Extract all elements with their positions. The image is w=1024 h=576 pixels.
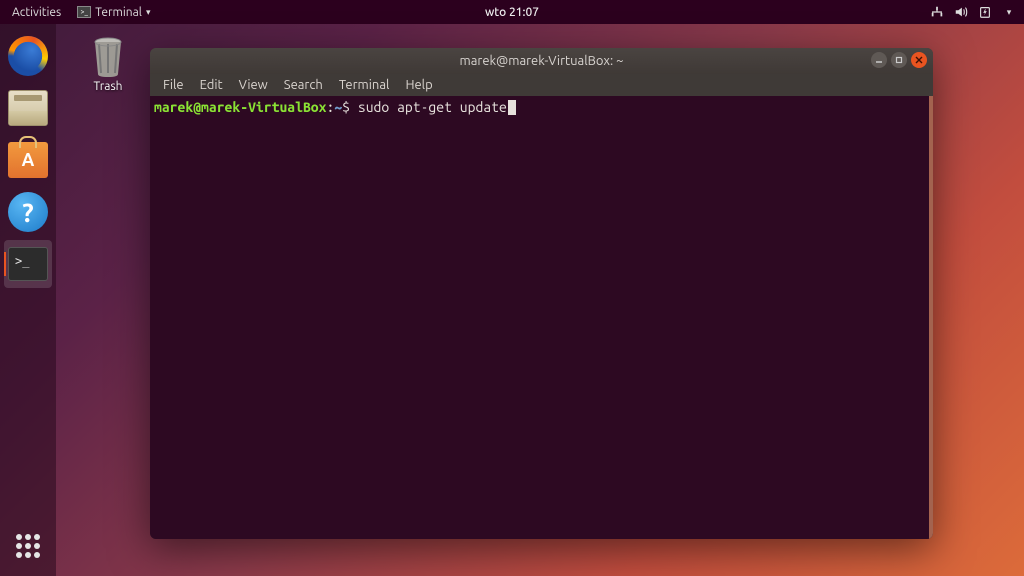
network-icon [930,5,944,19]
dock-software[interactable] [4,136,52,184]
software-center-icon [8,142,48,178]
window-titlebar[interactable]: marek@marek-VirtualBox: ~ [150,48,933,74]
terminal-mini-icon: >_ [77,6,91,18]
terminal-window: marek@marek-VirtualBox: ~ File Edit View… [150,48,933,539]
show-applications-button[interactable] [4,522,52,570]
volume-icon [954,5,968,19]
menu-edit[interactable]: Edit [193,77,230,93]
typed-command: sudo apt-get update [358,99,507,115]
dock-terminal[interactable] [4,240,52,288]
menu-help[interactable]: Help [398,77,439,93]
dock-firefox[interactable] [4,32,52,80]
chevron-down-icon: ▾ [1002,5,1016,19]
prompt-path: ~ [334,99,342,115]
trash-label: Trash [93,80,122,93]
window-maximize-button[interactable] [891,52,907,68]
terminal-line: marek@marek-VirtualBox:~$ sudo apt-get u… [154,98,929,116]
window-close-button[interactable] [911,52,927,68]
activities-button[interactable]: Activities [8,4,65,21]
prompt-user-host: marek@marek-VirtualBox [154,99,326,115]
prompt-symbol: $ [342,99,350,115]
menu-file[interactable]: File [156,77,191,93]
gnome-top-bar: Activities >_ Terminal ▾ wto 21:07 ▾ [0,0,1024,24]
files-icon [8,90,48,126]
dock-help[interactable]: ? [4,188,52,236]
menu-search[interactable]: Search [277,77,330,93]
app-menu-label: Terminal [95,6,142,19]
terminal-menubar: File Edit View Search Terminal Help [150,74,933,96]
help-icon: ? [8,192,48,232]
terminal-icon [8,247,48,281]
power-icon [978,5,992,19]
system-status-area[interactable]: ▾ [930,5,1016,19]
apps-grid-icon [16,534,40,558]
clock[interactable]: wto 21:07 [485,6,539,19]
terminal-cursor [508,100,516,115]
firefox-icon [8,36,48,76]
terminal-scrollbar[interactable] [929,96,933,539]
terminal-body[interactable]: marek@marek-VirtualBox:~$ sudo apt-get u… [150,96,933,539]
menu-terminal[interactable]: Terminal [332,77,397,93]
trash-icon [88,34,128,78]
window-minimize-button[interactable] [871,52,887,68]
ubuntu-dock: ? [0,24,56,576]
dock-files[interactable] [4,84,52,132]
app-menu[interactable]: >_ Terminal ▾ [77,6,150,19]
window-title: marek@marek-VirtualBox: ~ [460,54,624,68]
menu-view[interactable]: View [232,77,275,93]
trash-desktop-item[interactable]: Trash [72,34,144,93]
chevron-down-icon: ▾ [146,7,151,18]
desktop-icons: Trash [72,34,144,93]
